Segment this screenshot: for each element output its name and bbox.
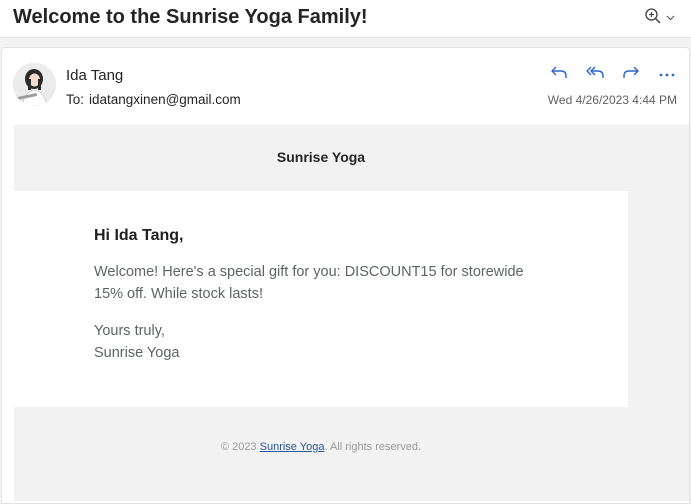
- content-panel: Hi Ida Tang, Welcome! Here's a special g…: [14, 191, 628, 407]
- recipient-address[interactable]: idatangxinen@gmail.com: [89, 92, 241, 107]
- signoff: Yours truly, Sunrise Yoga: [94, 320, 179, 364]
- body-text: Welcome! Here's a special gift for you: …: [94, 264, 524, 302]
- received-timestamp: Wed 4/26/2023 4:44 PM: [547, 93, 677, 107]
- reply-all-icon: [585, 64, 605, 85]
- forward-icon: [622, 64, 640, 85]
- email-body: Sunrise Yoga Hi Ida Tang, Welcome! Here'…: [14, 125, 689, 501]
- subject-bar: Welcome to the Sunrise Yoga Family!: [0, 0, 691, 38]
- recipient-line: To: idatangxinen@gmail.com: [66, 92, 241, 107]
- chevron-down-icon: [666, 9, 675, 27]
- more-icon: [659, 65, 675, 83]
- to-label: To:: [66, 92, 85, 107]
- avatar-illustration-icon: [13, 63, 56, 106]
- zoom-in-icon: [644, 7, 662, 30]
- reply-button[interactable]: [545, 62, 573, 86]
- more-actions-button[interactable]: [653, 62, 681, 86]
- footer-rights: . All rights reserved.: [324, 441, 422, 453]
- sender-avatar[interactable]: [13, 63, 56, 106]
- footer-copyright: © 2023: [220, 441, 260, 453]
- forward-button[interactable]: [617, 62, 645, 86]
- brand-header: Sunrise Yoga: [276, 149, 366, 165]
- footer: © 2023 Sunrise Yoga. All rights reserved…: [14, 441, 628, 453]
- greeting: Hi Ida Tang,: [94, 227, 184, 244]
- reply-all-button[interactable]: [581, 62, 609, 86]
- reply-icon: [550, 64, 568, 85]
- footer-brand-link[interactable]: Sunrise Yoga: [260, 441, 325, 453]
- signoff-line-1: Yours truly,: [94, 323, 165, 339]
- sender-name[interactable]: Ida Tang: [66, 67, 123, 84]
- email-subject: Welcome to the Sunrise Yoga Family!: [13, 6, 368, 28]
- message-actions: [545, 62, 681, 86]
- message-card: Ida Tang To: idatangxinen@gmail.com Wed …: [1, 47, 690, 504]
- zoom-button[interactable]: [644, 7, 675, 30]
- signoff-line-2: Sunrise Yoga: [94, 345, 180, 361]
